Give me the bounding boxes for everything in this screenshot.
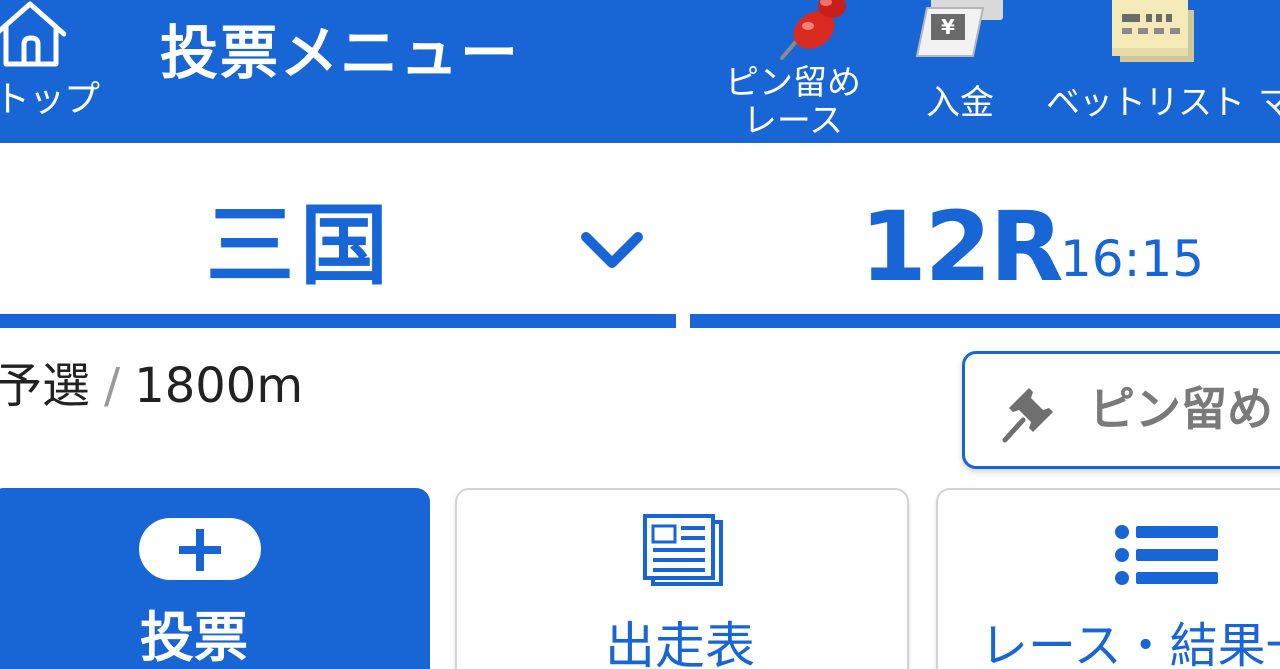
vote-label: 投票 [140, 606, 248, 669]
home-icon [0, 1, 66, 67]
page-title: 投票メニュー [160, 19, 521, 87]
pinned-race-label-1: ピン留め [725, 63, 861, 103]
venue-selector[interactable]: 三国 [0, 143, 676, 329]
deposit-ticket-icon: ¥ [915, 0, 1003, 57]
deposit-label: 入金 [926, 83, 994, 123]
newspaper-icon [643, 514, 723, 586]
red-pushpin-icon [780, 0, 846, 60]
venue-name: 三国 [206, 194, 395, 297]
vote-card[interactable]: 投票 [0, 488, 430, 669]
my-page-label: マ [1258, 83, 1280, 123]
pin-race-button[interactable]: ピン留め [962, 351, 1280, 469]
my-page-button[interactable]: マ [1258, 0, 1280, 143]
race-results-card[interactable]: レース・結果一 [936, 488, 1280, 669]
pinned-race-button[interactable]: ピン留め レース [712, 0, 874, 143]
pushpin-icon [1002, 388, 1053, 443]
race-info: 予選/1800m [0, 356, 303, 416]
page: トップ 投票メニュー ピン留め レース ¥ 入金 ベットリスト マ 三国 12R… [0, 0, 1280, 669]
entry-list-card[interactable]: 出走表 [455, 488, 909, 669]
deposit-button[interactable]: ¥ 入金 [905, 0, 1015, 143]
race-selector[interactable]: 12R 16:15 [690, 143, 1280, 329]
entry-list-label: 出走表 [605, 617, 755, 669]
home-label: トップ [0, 79, 100, 120]
race-number: 12R [860, 191, 1064, 303]
race-info-separator: / [104, 358, 121, 414]
svg-text:¥: ¥ [941, 15, 955, 39]
venue-underline [0, 314, 676, 328]
pinned-race-label-2: レース [742, 101, 844, 141]
race-distance: 1800m [134, 358, 304, 414]
race-results-label: レース・結果一 [980, 618, 1280, 669]
header-bar: トップ 投票メニュー ピン留め レース ¥ 入金 ベットリスト マ [0, 0, 1280, 143]
plus-icon [139, 518, 261, 580]
list-icon [1115, 525, 1218, 585]
post-time: 16:15 [1060, 230, 1205, 288]
chevron-down-icon [581, 232, 643, 268]
bet-list-label: ベットリスト [1046, 83, 1245, 123]
race-class: 予選 [0, 358, 91, 414]
race-underline [690, 314, 1280, 328]
pin-race-label: ピン留め [1089, 382, 1273, 436]
bet-tickets-icon [1112, 0, 1194, 62]
bet-list-button[interactable]: ベットリスト [1046, 0, 1245, 143]
home-button[interactable]: トップ [0, 0, 100, 143]
